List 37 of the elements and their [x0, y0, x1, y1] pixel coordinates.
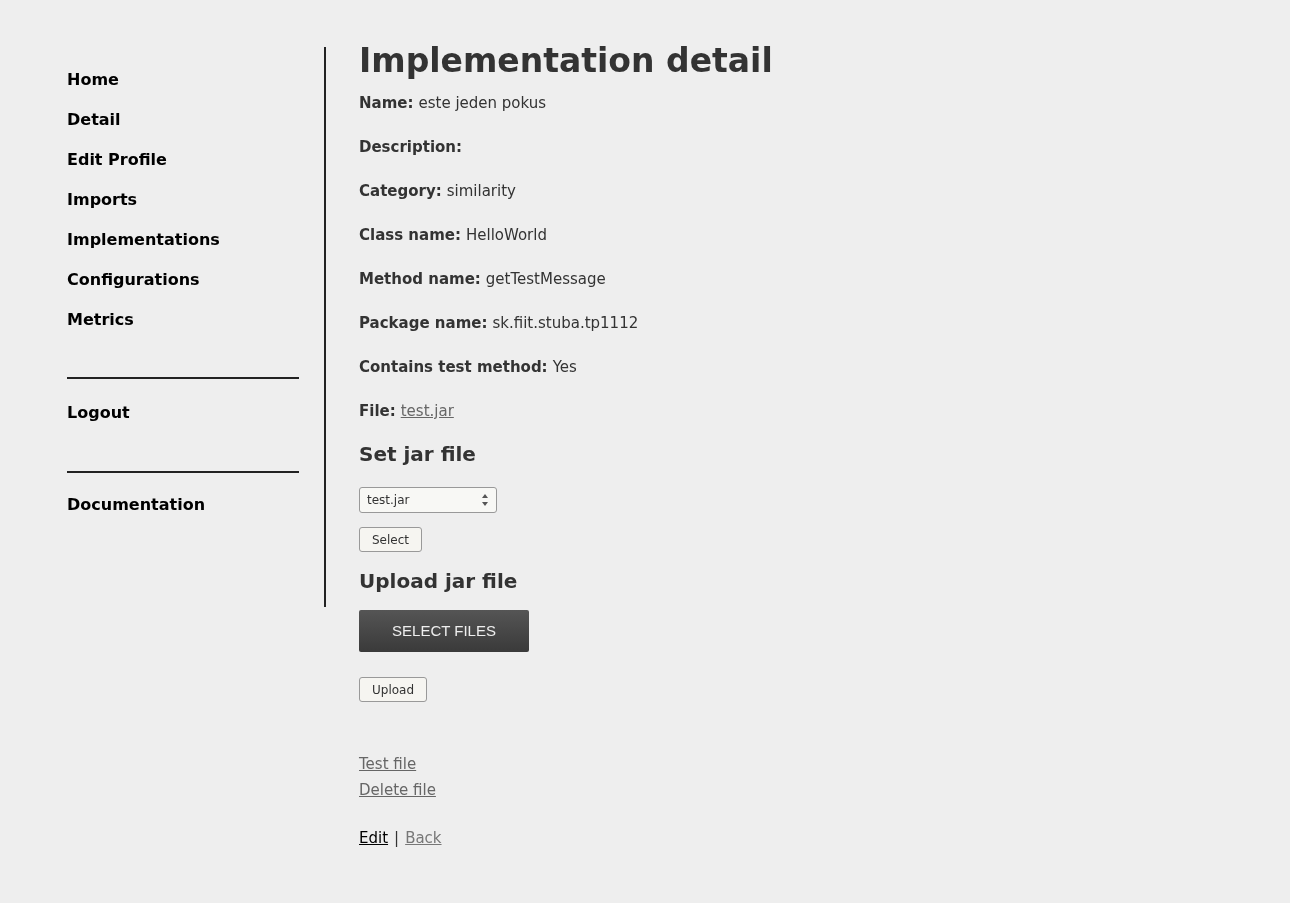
spinner-arrows-icon: [481, 493, 489, 507]
field-value: sk.fiit.stuba.tp1112: [492, 313, 639, 333]
upload-button[interactable]: Upload: [359, 677, 428, 702]
field-label: Package name:: [359, 313, 488, 333]
field-label: Category:: [359, 181, 442, 201]
field-label: File:: [359, 401, 396, 421]
file-action-link[interactable]: Delete file: [359, 777, 436, 803]
section-heading: Upload jar file: [359, 568, 519, 595]
field-value: Yes: [552, 357, 577, 377]
section-heading: Set jar file: [359, 441, 477, 468]
select-files-button[interactable]: SELECT FILES: [359, 610, 529, 652]
field-label: Description:: [359, 137, 462, 157]
nav-link[interactable]: Imports: [67, 189, 299, 210]
field-value: este jeden pokus: [418, 93, 547, 113]
field-label: Contains test method:: [359, 357, 548, 377]
documentation-link[interactable]: Documentation: [67, 493, 299, 517]
footer-link[interactable]: Back: [405, 827, 442, 850]
field-value: getTestMessage: [485, 269, 606, 289]
footer-link[interactable]: Edit: [359, 827, 389, 850]
logout-link[interactable]: Logout: [67, 401, 299, 425]
field-label: Method name:: [359, 269, 481, 289]
field-value: HelloWorld: [465, 225, 547, 245]
nav-link[interactable]: Metrics: [67, 309, 299, 330]
separator: |: [394, 828, 400, 849]
nav-link[interactable]: Configurations: [67, 269, 299, 290]
jar-select[interactable]: test.jar: [359, 487, 497, 513]
page-title: Implementation detail: [359, 41, 773, 81]
select-button[interactable]: Select: [359, 527, 423, 552]
file-action-link[interactable]: Test file: [359, 751, 417, 777]
field-label: Class name:: [359, 225, 461, 245]
field-value: similarity: [446, 181, 516, 201]
field-label: Name:: [359, 93, 414, 113]
nav-link[interactable]: Home: [67, 69, 299, 90]
nav-link[interactable]: Detail: [67, 109, 299, 130]
nav-link[interactable]: Implementations: [67, 229, 299, 250]
nav-link[interactable]: Edit Profile: [67, 149, 299, 170]
file-link[interactable]: test.jar: [400, 401, 454, 421]
